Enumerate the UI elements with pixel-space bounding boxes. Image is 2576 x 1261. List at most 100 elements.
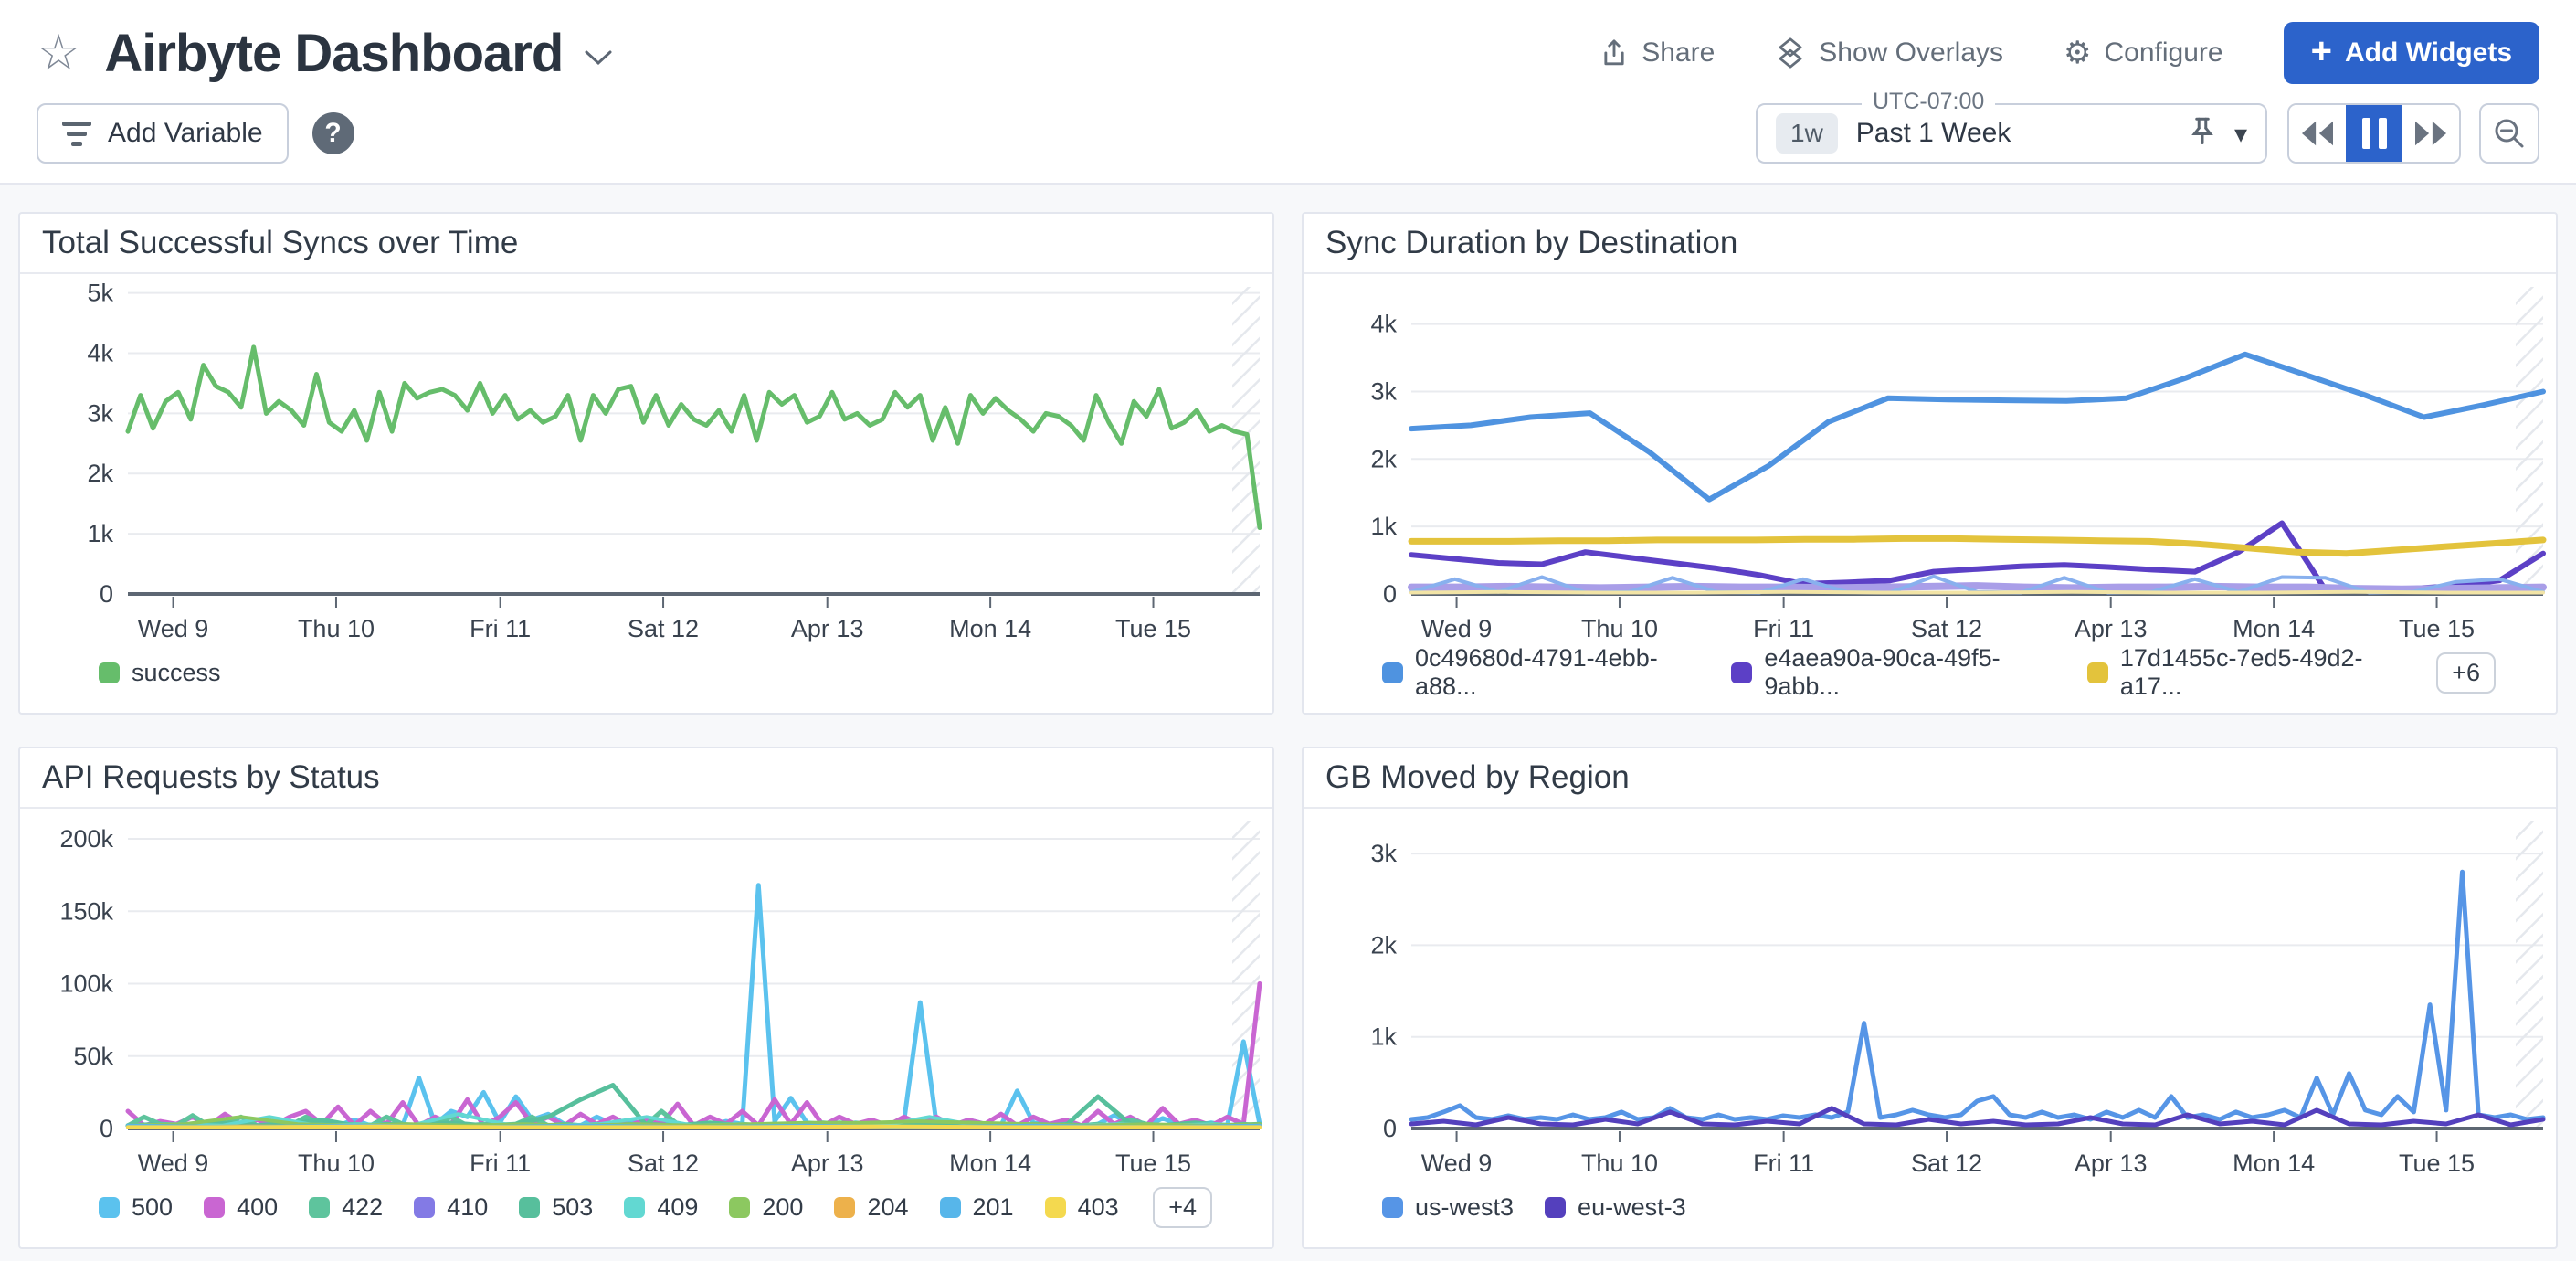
legend-label: 400 xyxy=(237,1193,278,1222)
x-axis-label: Thu 10 xyxy=(298,615,375,642)
legend-label: 409 xyxy=(657,1193,698,1222)
legend-swatch xyxy=(834,1197,855,1218)
add-variable-button[interactable]: Add Variable xyxy=(37,103,289,164)
y-axis-label: 0 xyxy=(100,1115,113,1142)
legend-swatch xyxy=(99,1197,120,1218)
legend-item[interactable]: 201 xyxy=(940,1193,1014,1222)
legend-item[interactable]: 200 xyxy=(729,1193,803,1222)
legend-swatch xyxy=(1545,1197,1566,1218)
title-chevron-down-icon[interactable] xyxy=(583,48,614,71)
legend-item[interactable]: e4aea90a-90ca-49f5-9abb... xyxy=(1731,644,2055,701)
legend-item[interactable]: 503 xyxy=(519,1193,593,1222)
chart-legend: success xyxy=(20,645,1272,713)
legend-item[interactable]: 204 xyxy=(834,1193,908,1222)
y-axis-label: 4k xyxy=(1370,311,1397,338)
legend-item[interactable]: 422 xyxy=(309,1193,383,1222)
series-line-success xyxy=(128,347,1260,528)
caret-down-icon[interactable]: ▾ xyxy=(2234,119,2247,149)
time-range-wrap: UTC-07:00 1w Past 1 Week ▾ xyxy=(1756,103,2267,164)
help-icon[interactable]: ? xyxy=(312,112,354,154)
y-axis-label: 3k xyxy=(1370,377,1397,405)
legend-item[interactable]: 409 xyxy=(624,1193,698,1222)
legend-item[interactable]: success xyxy=(99,659,221,687)
chart-gb-moved[interactable]: 01k2k3kWed 9Thu 10Fri 11Sat 12Apr 13Mon … xyxy=(1304,809,2556,1180)
widget-title: Total Successful Syncs over Time xyxy=(20,214,1272,274)
legend-swatch xyxy=(309,1197,330,1218)
widget-title: Sync Duration by Destination xyxy=(1304,214,2556,274)
header-title-row: ☆ Airbyte Dashboard Share Show xyxy=(0,0,2576,97)
x-axis-label: Mon 14 xyxy=(2233,1150,2315,1177)
legend-swatch xyxy=(1731,662,1752,683)
legend-item[interactable]: eu-west-3 xyxy=(1545,1193,1686,1222)
configure-button[interactable]: ⚙ Configure xyxy=(2064,37,2223,69)
dashboard-header: ☆ Airbyte Dashboard Share Show xyxy=(0,0,2576,185)
x-axis-label: Wed 9 xyxy=(138,1150,209,1177)
pin-icon[interactable] xyxy=(2189,115,2216,153)
x-axis-label: Sat 12 xyxy=(1911,615,1982,642)
time-playback-controls xyxy=(2287,103,2461,164)
legend-swatch xyxy=(1382,662,1403,683)
legend-swatch xyxy=(1382,1197,1403,1218)
legend-item[interactable]: 500 xyxy=(99,1193,173,1222)
x-axis-label: Thu 10 xyxy=(1581,615,1658,642)
widget-title: GB Moved by Region xyxy=(1304,748,2556,809)
y-axis-label: 2k xyxy=(1370,445,1397,472)
legend-item[interactable]: 403 xyxy=(1045,1193,1119,1222)
chart-canvas[interactable]: 050k100k150k200kWed 9Thu 10Fri 11Sat 12A… xyxy=(20,809,1272,1180)
series-line-500 xyxy=(128,885,1260,1128)
zoom-out-button[interactable] xyxy=(2479,103,2539,164)
chart-total-successful-syncs[interactable]: 01k2k3k4k5kWed 9Thu 10Fri 11Sat 12Apr 13… xyxy=(20,274,1272,645)
chart-canvas[interactable]: 01k2k3k4kWed 9Thu 10Fri 11Sat 12Apr 13Mo… xyxy=(1304,274,2556,645)
legend-label: e4aea90a-90ca-49f5-9abb... xyxy=(1764,644,2055,701)
legend-swatch xyxy=(729,1197,750,1218)
configure-label: Configure xyxy=(2105,37,2223,69)
legend-label: us-west3 xyxy=(1415,1193,1514,1222)
legend-item[interactable]: 17d1455c-7ed5-49d2-a17... xyxy=(2087,644,2405,701)
legend-item[interactable]: 0c49680d-4791-4ebb-a88... xyxy=(1382,644,1700,701)
y-axis-label: 3k xyxy=(87,399,113,427)
chart-api-requests[interactable]: 050k100k150k200kWed 9Thu 10Fri 11Sat 12A… xyxy=(20,809,1272,1180)
x-axis-label: Mon 14 xyxy=(2233,615,2315,642)
y-axis-label: 2k xyxy=(1370,931,1397,959)
chart-legend: 0c49680d-4791-4ebb-a88... e4aea90a-90ca-4… xyxy=(1304,645,2556,713)
chart-legend: 500 400 422 410 503 409 200 204 201 403 +4 xyxy=(20,1180,1272,1247)
x-axis-label: Sat 12 xyxy=(628,1150,699,1177)
chart-canvas[interactable]: 01k2k3k4k5kWed 9Thu 10Fri 11Sat 12Apr 13… xyxy=(20,274,1272,645)
x-axis-label: Tue 15 xyxy=(2399,1150,2475,1177)
pause-button[interactable] xyxy=(2346,105,2402,162)
y-axis-label: 4k xyxy=(87,339,113,366)
legend-more-button[interactable]: +4 xyxy=(1153,1187,1212,1228)
timezone-label: UTC-07:00 xyxy=(1862,89,1995,115)
y-axis-label: 0 xyxy=(1383,1115,1397,1142)
x-axis-label: Wed 9 xyxy=(1421,615,1493,642)
show-overlays-button[interactable]: Show Overlays xyxy=(1775,37,2003,69)
share-button[interactable]: Share xyxy=(1599,37,1715,69)
x-axis-label: Fri 11 xyxy=(1753,1150,1814,1177)
fast-forward-button[interactable] xyxy=(2402,105,2459,162)
x-axis-label: Apr 13 xyxy=(2075,615,2148,642)
legend-item[interactable]: us-west3 xyxy=(1382,1193,1514,1222)
page-title: Airbyte Dashboard xyxy=(104,23,563,84)
add-widgets-button[interactable]: + Add Widgets xyxy=(2284,22,2539,84)
rewind-button[interactable] xyxy=(2289,105,2346,162)
chart-sync-duration[interactable]: 01k2k3k4kWed 9Thu 10Fri 11Sat 12Apr 13Mo… xyxy=(1304,274,2556,645)
x-axis-label: Thu 10 xyxy=(298,1150,375,1177)
time-range-picker[interactable]: 1w Past 1 Week ▾ xyxy=(1756,103,2267,164)
header-actions: Share Show Overlays ⚙ Configure + Add Wi… xyxy=(1599,22,2539,84)
legend-label: 410 xyxy=(447,1193,488,1222)
time-range-label: Past 1 Week xyxy=(1856,118,2011,149)
time-range-chip[interactable]: 1w xyxy=(1776,113,1838,154)
series-line-403 xyxy=(128,1127,1260,1128)
filter-icon xyxy=(62,122,91,146)
x-axis-label: Mon 14 xyxy=(949,615,1031,642)
chart-canvas[interactable]: 01k2k3kWed 9Thu 10Fri 11Sat 12Apr 13Mon … xyxy=(1304,809,2556,1180)
legend-item[interactable]: 410 xyxy=(414,1193,488,1222)
y-axis-label: 150k xyxy=(59,897,113,925)
legend-item[interactable]: 400 xyxy=(204,1193,278,1222)
y-axis-label: 5k xyxy=(87,280,113,307)
widget-grid: Total Successful Syncs over Time 01k2k3k… xyxy=(0,185,2576,1249)
legend-more-button[interactable]: +6 xyxy=(2436,652,2496,694)
favorite-star-icon[interactable]: ☆ xyxy=(37,28,80,78)
series-line-unlabeled-lightyellow xyxy=(1411,592,2543,593)
pause-icon xyxy=(2362,118,2387,149)
